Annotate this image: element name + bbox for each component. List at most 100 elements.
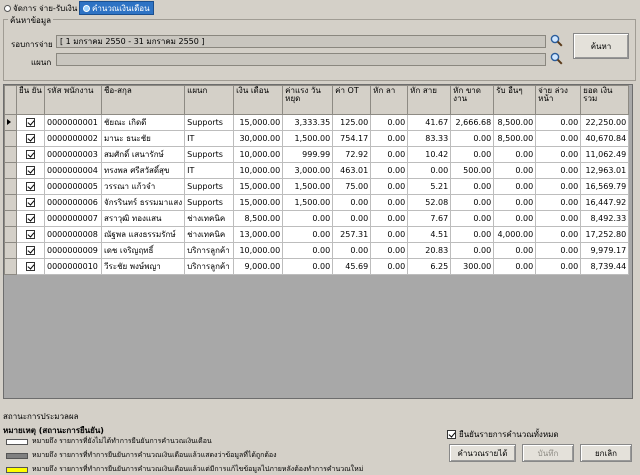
confirm-all-control[interactable]: ยืนยันรายการคำนวณทั้งหมด	[447, 428, 559, 441]
row-selector[interactable]	[4, 178, 17, 195]
dept-cell[interactable]: Supports	[184, 178, 235, 195]
salary-cell[interactable]: 15,000.00	[233, 114, 284, 131]
late-cell[interactable]: 10.42	[407, 146, 452, 163]
employee-id-cell[interactable]: 0000000003	[44, 146, 102, 163]
name-cell[interactable]: ชัยณะ เกิดดี	[100, 114, 186, 131]
confirm-cell[interactable]	[16, 210, 45, 227]
row-selector[interactable]	[4, 242, 17, 259]
leave-cell[interactable]: 0.00	[370, 194, 409, 211]
absent-cell[interactable]: 0.00	[450, 242, 495, 259]
col-header-absent-deduct[interactable]: หัก ขาด งาน	[450, 85, 495, 115]
total-cell[interactable]: 16,569.79	[580, 178, 630, 195]
col-header-leave-deduct[interactable]: หัก ลา	[370, 85, 409, 115]
salary-cell[interactable]: 15,000.00	[233, 178, 284, 195]
leave-cell[interactable]: 0.00	[370, 114, 409, 131]
name-cell[interactable]: จักรรินทร์ ธรรมมาแสง	[100, 194, 186, 211]
other-cell[interactable]: 0.00	[493, 146, 537, 163]
table-row[interactable]: 0000000004 ทรงพล ศรีสวัสดิ์สุข IT 10,000…	[4, 162, 630, 179]
confirm-cell[interactable]	[16, 258, 45, 275]
holiday-cell[interactable]: 0.00	[282, 210, 334, 227]
row-selector[interactable]	[4, 114, 17, 131]
late-cell[interactable]: 83.33	[407, 130, 452, 147]
other-cell[interactable]: 0.00	[493, 194, 537, 211]
total-cell[interactable]: 40,670.84	[580, 130, 630, 147]
late-cell[interactable]: 5.21	[407, 178, 452, 195]
total-cell[interactable]: 8,492.33	[580, 210, 630, 227]
col-header-holiday-pay[interactable]: ค่าแรง วันหยุด	[282, 85, 334, 115]
period-field[interactable]: [ 1 มกราคม 2550 - 31 มกราคม 2550 ]	[56, 35, 546, 48]
confirm-cell[interactable]	[16, 242, 45, 259]
table-row[interactable]: 0000000001 ชัยณะ เกิดดี Supports 15,000.…	[4, 114, 630, 131]
advance-cell[interactable]: 0.00	[535, 194, 582, 211]
advance-cell[interactable]: 0.00	[535, 130, 582, 147]
tab-payment-management[interactable]: จัดการ จ่าย-รับเงิน	[1, 1, 80, 15]
late-cell[interactable]: 0.00	[407, 162, 452, 179]
name-cell[interactable]: ณัฐพล แสงธรรมรักษ์	[100, 226, 186, 243]
confirm-checkbox[interactable]	[26, 230, 35, 239]
holiday-cell[interactable]: 1,500.00	[282, 130, 334, 147]
ot-cell[interactable]: 0.00	[332, 242, 372, 259]
name-cell[interactable]: สราวุฒิ ทองแสน	[100, 210, 186, 227]
confirm-checkbox[interactable]	[26, 262, 35, 271]
salary-cell[interactable]: 30,000.00	[233, 130, 284, 147]
holiday-cell[interactable]: 0.00	[282, 226, 334, 243]
name-cell[interactable]: มานะ ธนะชัย	[100, 130, 186, 147]
other-cell[interactable]: 8,500.00	[493, 130, 537, 147]
row-selector[interactable]	[4, 162, 17, 179]
leave-cell[interactable]: 0.00	[370, 210, 409, 227]
other-cell[interactable]: 0.00	[493, 162, 537, 179]
table-row[interactable]: 0000000003 สมศักดิ์ เสนารักษ์ Supports 1…	[4, 146, 630, 163]
other-cell[interactable]: 0.00	[493, 210, 537, 227]
salary-cell[interactable]: 10,000.00	[233, 242, 284, 259]
late-cell[interactable]: 7.67	[407, 210, 452, 227]
absent-cell[interactable]: 0.00	[450, 178, 495, 195]
employee-id-cell[interactable]: 0000000004	[44, 162, 102, 179]
dept-cell[interactable]: IT	[184, 130, 235, 147]
search-icon[interactable]	[550, 52, 563, 65]
confirm-checkbox[interactable]	[26, 150, 35, 159]
confirm-cell[interactable]	[16, 130, 45, 147]
save-button[interactable]: บันทึก	[522, 444, 574, 462]
confirm-checkbox[interactable]	[26, 166, 35, 175]
advance-cell[interactable]: 0.00	[535, 114, 582, 131]
cancel-button[interactable]: ยกเลิก	[580, 444, 632, 462]
holiday-cell[interactable]: 3,000.00	[282, 162, 334, 179]
holiday-cell[interactable]: 1,500.00	[282, 194, 334, 211]
advance-cell[interactable]: 0.00	[535, 258, 582, 275]
advance-cell[interactable]: 0.00	[535, 178, 582, 195]
search-icon[interactable]	[550, 34, 563, 47]
confirm-all-checkbox[interactable]	[447, 430, 456, 439]
dept-cell[interactable]: Supports	[184, 194, 235, 211]
late-cell[interactable]: 4.51	[407, 226, 452, 243]
confirm-checkbox[interactable]	[26, 214, 35, 223]
salary-cell[interactable]: 15,000.00	[233, 194, 284, 211]
ot-cell[interactable]: 72.92	[332, 146, 372, 163]
row-selector[interactable]	[4, 130, 17, 147]
holiday-cell[interactable]: 3,333.35	[282, 114, 334, 131]
table-row[interactable]: 0000000008 ณัฐพล แสงธรรมรักษ์ ช่างเทคนิค…	[4, 226, 630, 243]
salary-cell[interactable]: 10,000.00	[233, 162, 284, 179]
tab-salary-calculation[interactable]: คำนวณเงินเดือน	[79, 1, 154, 15]
employee-id-cell[interactable]: 0000000005	[44, 178, 102, 195]
other-cell[interactable]: 4,000.00	[493, 226, 537, 243]
row-selector[interactable]	[4, 210, 17, 227]
col-header-total[interactable]: ยอด เงิน รวม	[580, 85, 630, 115]
confirm-cell[interactable]	[16, 178, 45, 195]
holiday-cell[interactable]: 0.00	[282, 242, 334, 259]
calculate-button[interactable]: คำนวณรายได้	[449, 444, 516, 462]
advance-cell[interactable]: 0.00	[535, 146, 582, 163]
name-cell[interactable]: ทรงพล ศรีสวัสดิ์สุข	[100, 162, 186, 179]
absent-cell[interactable]: 300.00	[450, 258, 495, 275]
row-selector[interactable]	[4, 194, 17, 211]
ot-cell[interactable]: 0.00	[332, 210, 372, 227]
row-selector[interactable]	[4, 226, 17, 243]
dept-field[interactable]	[56, 53, 546, 66]
ot-cell[interactable]: 75.00	[332, 178, 372, 195]
ot-cell[interactable]: 754.17	[332, 130, 372, 147]
ot-cell[interactable]: 463.01	[332, 162, 372, 179]
advance-cell[interactable]: 0.00	[535, 162, 582, 179]
ot-cell[interactable]: 45.69	[332, 258, 372, 275]
col-header-ot[interactable]: ค่า OT	[332, 85, 372, 115]
other-cell[interactable]: 0.00	[493, 242, 537, 259]
employee-id-cell[interactable]: 0000000008	[44, 226, 102, 243]
